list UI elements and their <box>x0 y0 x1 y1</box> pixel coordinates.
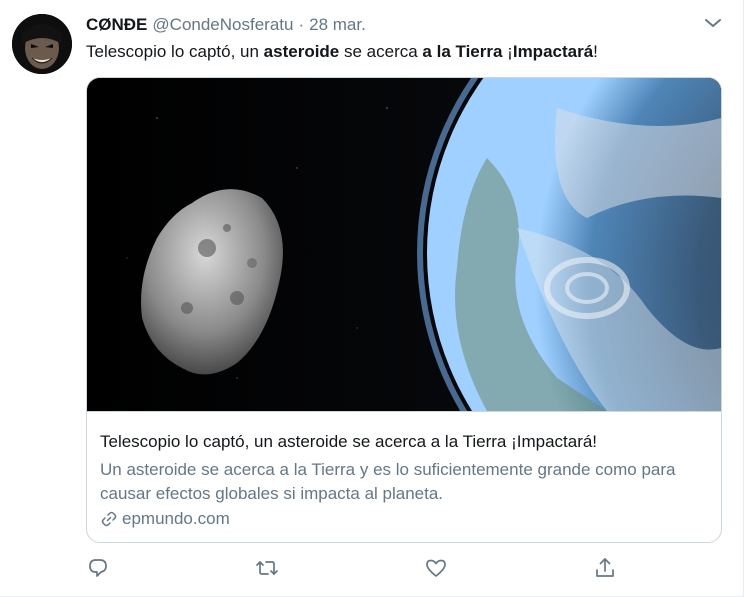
tweet[interactable]: CØNÐE @CondeNosferatu · 28 mar. Telescop… <box>0 0 744 597</box>
tweet-text-bold: a la Tierra <box>422 42 503 61</box>
tweet-text-bold: asteroide <box>263 42 340 61</box>
tweet-text-part: ¡ <box>502 42 513 61</box>
avatar[interactable] <box>12 14 72 74</box>
reply-icon <box>89 559 107 577</box>
tweet-text-part: se acerca <box>339 42 423 61</box>
card-description: Un asteroide se acerca a la Tierra y es … <box>100 460 676 503</box>
link-icon <box>101 511 117 527</box>
retweet-button[interactable] <box>255 556 279 580</box>
tweet-date[interactable]: 28 mar. <box>309 15 366 35</box>
chevron-down-icon[interactable] <box>702 14 724 32</box>
reply-button[interactable] <box>86 556 110 580</box>
user-handle[interactable]: @CondeNosferatu <box>152 15 293 35</box>
display-name[interactable]: CØNÐE <box>86 15 147 35</box>
tweet-text: Telescopio lo captó, un asteroide se ace… <box>86 42 598 62</box>
avatar-image <box>12 14 72 74</box>
card-image[interactable] <box>87 78 721 411</box>
tweet-text-bold: Impactará <box>512 42 594 61</box>
card-title[interactable]: Telescopio lo captó, un asteroide se ace… <box>100 432 597 452</box>
tweet-text-part: ! <box>593 42 598 61</box>
share-icon <box>596 558 614 577</box>
retweet-icon <box>256 561 278 575</box>
share-button[interactable] <box>593 556 617 580</box>
heart-icon <box>426 559 446 577</box>
separator-dot: · <box>298 15 305 34</box>
tweet-actions <box>86 556 646 580</box>
card-divider <box>87 411 721 412</box>
link-card[interactable]: Telescopio lo captó, un asteroide se ace… <box>86 77 722 543</box>
card-domain-text: epmundo.com <box>122 509 230 528</box>
card-domain[interactable]: epmundo.com <box>100 509 230 529</box>
tweet-header: CØNÐE @CondeNosferatu · 28 mar. <box>86 14 366 36</box>
tweet-text-part: Telescopio lo captó, un <box>86 42 264 61</box>
like-button[interactable] <box>424 556 448 580</box>
